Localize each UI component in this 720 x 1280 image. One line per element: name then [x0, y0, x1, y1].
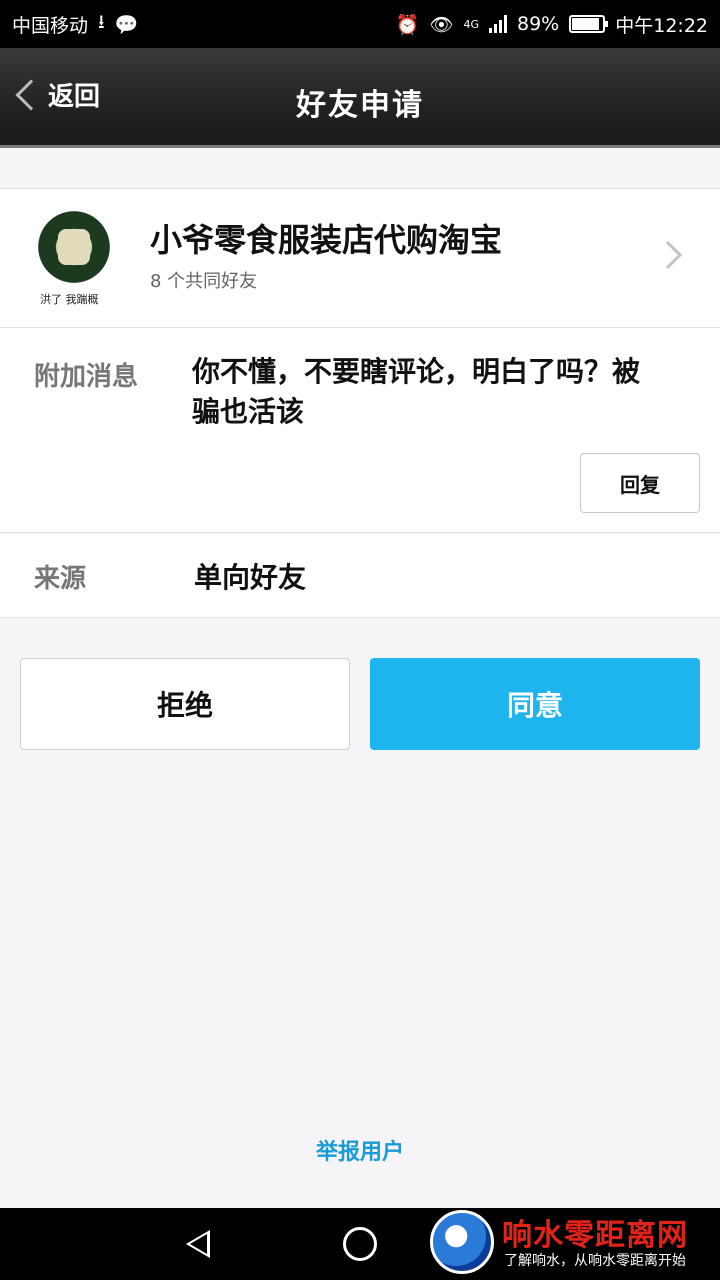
message-section: 附加消息 你不懂，不要瞎评论，明白了吗？被骗也活该 回复: [0, 328, 720, 533]
avatar-face: [58, 229, 90, 265]
battery-icon: [569, 15, 609, 33]
nav-home-icon[interactable]: [343, 1227, 377, 1261]
avatar[interactable]: 洪了 我踹概: [34, 209, 114, 309]
eye-icon: 👁: [429, 13, 454, 36]
message-label: 附加消息: [34, 362, 139, 392]
title-bar: 返回 好友申请: [0, 48, 720, 148]
chevron-right-icon: [653, 240, 683, 270]
watermark-subtitle: 了解响水，从响水零距离开始: [504, 1253, 686, 1269]
watermark-logo-icon: [430, 1210, 494, 1274]
download-icon: ⭳: [98, 11, 105, 33]
reject-button[interactable]: 拒绝: [20, 658, 350, 750]
signal-icon: [489, 15, 507, 33]
status-bar: 中国移动 ⭳ 💬 ⏰ 👁 4G 89% 中午12:22: [0, 0, 720, 48]
network-label: 4G: [463, 17, 479, 31]
source-label: 来源: [34, 564, 87, 594]
clock: 中午12:22: [615, 14, 708, 37]
source-value: 单向好友: [194, 561, 307, 594]
wechat-icon: 💬: [114, 13, 139, 36]
page-title: 好友申请: [296, 88, 424, 123]
profile-card[interactable]: 洪了 我踹概 小爷零食服装店代购淘宝 8 个共同好友: [0, 188, 720, 328]
source-section: 来源 单向好友: [0, 534, 720, 618]
watermark: 响水零距离网 了解响水，从响水零距离开始: [428, 1210, 720, 1280]
carrier-label: 中国移动: [12, 14, 89, 37]
avatar-caption: 洪了 我踹概: [40, 293, 99, 306]
nav-back-icon[interactable]: [186, 1230, 210, 1258]
reply-button[interactable]: 回复: [580, 453, 700, 513]
report-user-link[interactable]: 举报用户: [0, 1134, 720, 1166]
alarm-icon: ⏰: [395, 13, 420, 36]
battery-percent: 89%: [517, 13, 560, 35]
watermark-title: 响水零距离网: [502, 1218, 688, 1253]
accept-button[interactable]: 同意: [370, 658, 700, 750]
mutual-friends: 8 个共同好友: [150, 271, 258, 292]
message-text: 你不懂，不要瞎评论，明白了吗？被骗也活该: [192, 355, 641, 428]
profile-name: 小爷零食服装店代购淘宝: [150, 221, 503, 259]
